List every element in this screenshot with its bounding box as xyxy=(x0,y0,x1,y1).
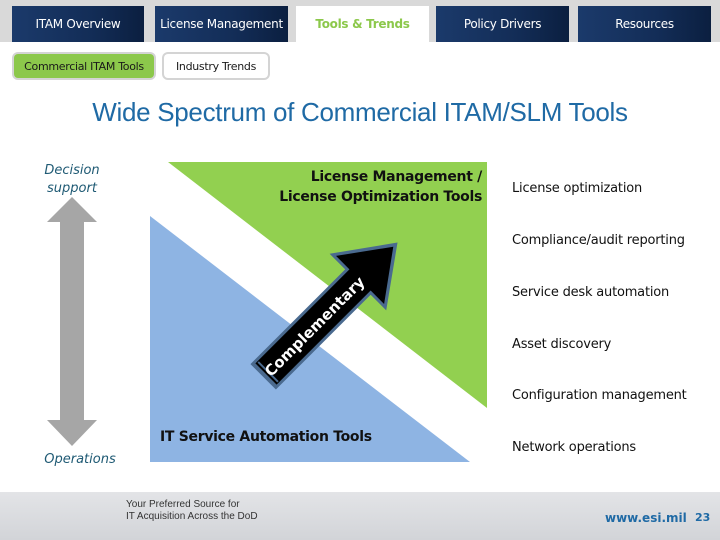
license-tools-label-line2: License Optimization Tools xyxy=(279,189,482,205)
page-number: 23 xyxy=(695,511,711,524)
capability-item: License optimization xyxy=(512,181,643,196)
capability-item: Network operations xyxy=(512,440,637,455)
footer-tagline: Your Preferred Source for IT Acquisition… xyxy=(126,499,258,523)
it-service-tools-label: IT Service Automation Tools xyxy=(160,429,372,445)
footer-tagline-line2: IT Acquisition Across the DoD xyxy=(126,511,258,522)
decision-support-label: Decision support xyxy=(44,163,100,196)
operations-label: Operations xyxy=(44,452,116,467)
decision-operations-arrow-icon xyxy=(47,197,97,446)
footer-url-link[interactable]: www.esi.mil xyxy=(605,511,687,525)
capability-item: Service desk automation xyxy=(512,285,670,300)
license-tools-label: License Management / License Optimizatio… xyxy=(270,167,482,207)
capability-item: Compliance/audit reporting xyxy=(512,233,685,248)
footer-tagline-line1: Your Preferred Source for xyxy=(126,499,240,510)
capability-item: Configuration management xyxy=(512,388,687,403)
license-tools-label-line1: License Management / xyxy=(310,169,483,185)
capability-item: Asset discovery xyxy=(512,337,612,352)
